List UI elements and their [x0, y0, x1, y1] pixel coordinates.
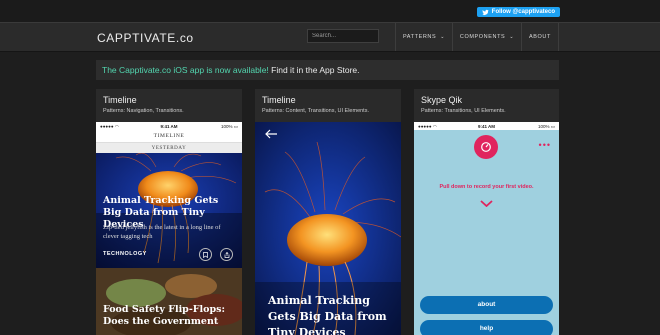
- article-summary: Zip-tied jellyfish is the latest in a lo…: [103, 224, 221, 240]
- article-headline-2[interactable]: Food Safety Flip-Flops: Does the Governm…: [103, 304, 237, 328]
- site-logo[interactable]: CAPPTIVATE.co: [97, 31, 194, 45]
- record-prompt: Pull down to record your first video.: [439, 184, 534, 190]
- app-announcement-banner[interactable]: The Capptivate.co iOS app is now availab…: [96, 60, 559, 80]
- about-button[interactable]: about: [420, 296, 553, 314]
- pattern-card-skype-qik[interactable]: Skype Qik Patterns: Transitions, UI Elem…: [414, 89, 559, 335]
- top-strip: Follow @capptivateco: [0, 0, 660, 22]
- back-arrow-icon[interactable]: [264, 129, 278, 139]
- card-subtitle: Patterns: Transitions, UI Elements.: [421, 108, 506, 114]
- card-title: Timeline: [103, 95, 137, 105]
- article-headline[interactable]: Animal Tracking Gets Big Data from Tiny …: [268, 293, 396, 335]
- qik-logo[interactable]: [474, 135, 498, 159]
- share-button[interactable]: [220, 248, 233, 261]
- chevron-down-icon: [480, 200, 493, 207]
- twitter-follow-label: Follow @capptivateco: [491, 9, 555, 15]
- nav-about[interactable]: ABOUT: [521, 23, 559, 51]
- status-bar: ●●●●● ◠ 9:41 AM 100% ▭: [96, 122, 242, 130]
- nav-patterns-label: PATTERNS: [402, 34, 437, 40]
- chevron-down-icon: ⌄: [509, 34, 515, 40]
- share-icon: [224, 251, 229, 258]
- phone-preview: Animal Tracking Gets Big Data from Tiny …: [255, 122, 401, 335]
- card-subtitle: Patterns: Content, Transitions, UI Eleme…: [262, 108, 369, 114]
- search-input[interactable]: [307, 29, 379, 43]
- card-title: Skype Qik: [421, 95, 463, 105]
- qik-logo-icon: [481, 142, 491, 152]
- main-navbar: CAPPTIVATE.co PATTERNS⌄ COMPONENTS⌄ ABOU…: [0, 22, 660, 52]
- battery-percent: 100%: [220, 124, 233, 129]
- phone-preview: ●●●●● ◠ 9:41 AM 100% ▭ ••• Pull down to …: [414, 122, 559, 335]
- banner-highlight: The Capptivate.co iOS app is now availab…: [102, 65, 269, 75]
- pattern-card-timeline[interactable]: Timeline Patterns: Navigation, Transitio…: [96, 89, 242, 335]
- nav-components-label: COMPONENTS: [459, 34, 506, 40]
- status-bar: ●●●●● ◠ 9:41 AM 100% ▭: [414, 122, 559, 130]
- twitter-follow-button[interactable]: Follow @capptivateco: [476, 7, 560, 17]
- card-title: Timeline: [262, 95, 296, 105]
- nav-about-label: ABOUT: [529, 34, 551, 40]
- phone-preview: ●●●●● ◠ 9:41 AM 100% ▭ TIMELINE YESTERDA…: [96, 122, 242, 335]
- pattern-card-timeline-2[interactable]: Timeline Patterns: Content, Transitions,…: [255, 89, 401, 335]
- banner-text: Find it in the App Store.: [268, 65, 360, 75]
- card-subtitle: Patterns: Navigation, Transitions.: [103, 108, 184, 114]
- twitter-bird-icon: [482, 9, 489, 15]
- timeline-header: TIMELINE: [96, 130, 242, 142]
- article-category: TECHNOLOGY: [103, 251, 147, 257]
- bookmark-button[interactable]: [199, 248, 212, 261]
- nav-patterns[interactable]: PATTERNS ⌄: [395, 23, 452, 51]
- chevron-down-icon: ⌄: [440, 34, 446, 40]
- help-button[interactable]: help: [420, 320, 553, 335]
- battery-percent: 100%: [537, 124, 550, 129]
- bookmark-icon: [203, 251, 208, 258]
- nav-components[interactable]: COMPONENTS ⌄: [452, 23, 521, 51]
- more-options-icon[interactable]: •••: [539, 141, 551, 150]
